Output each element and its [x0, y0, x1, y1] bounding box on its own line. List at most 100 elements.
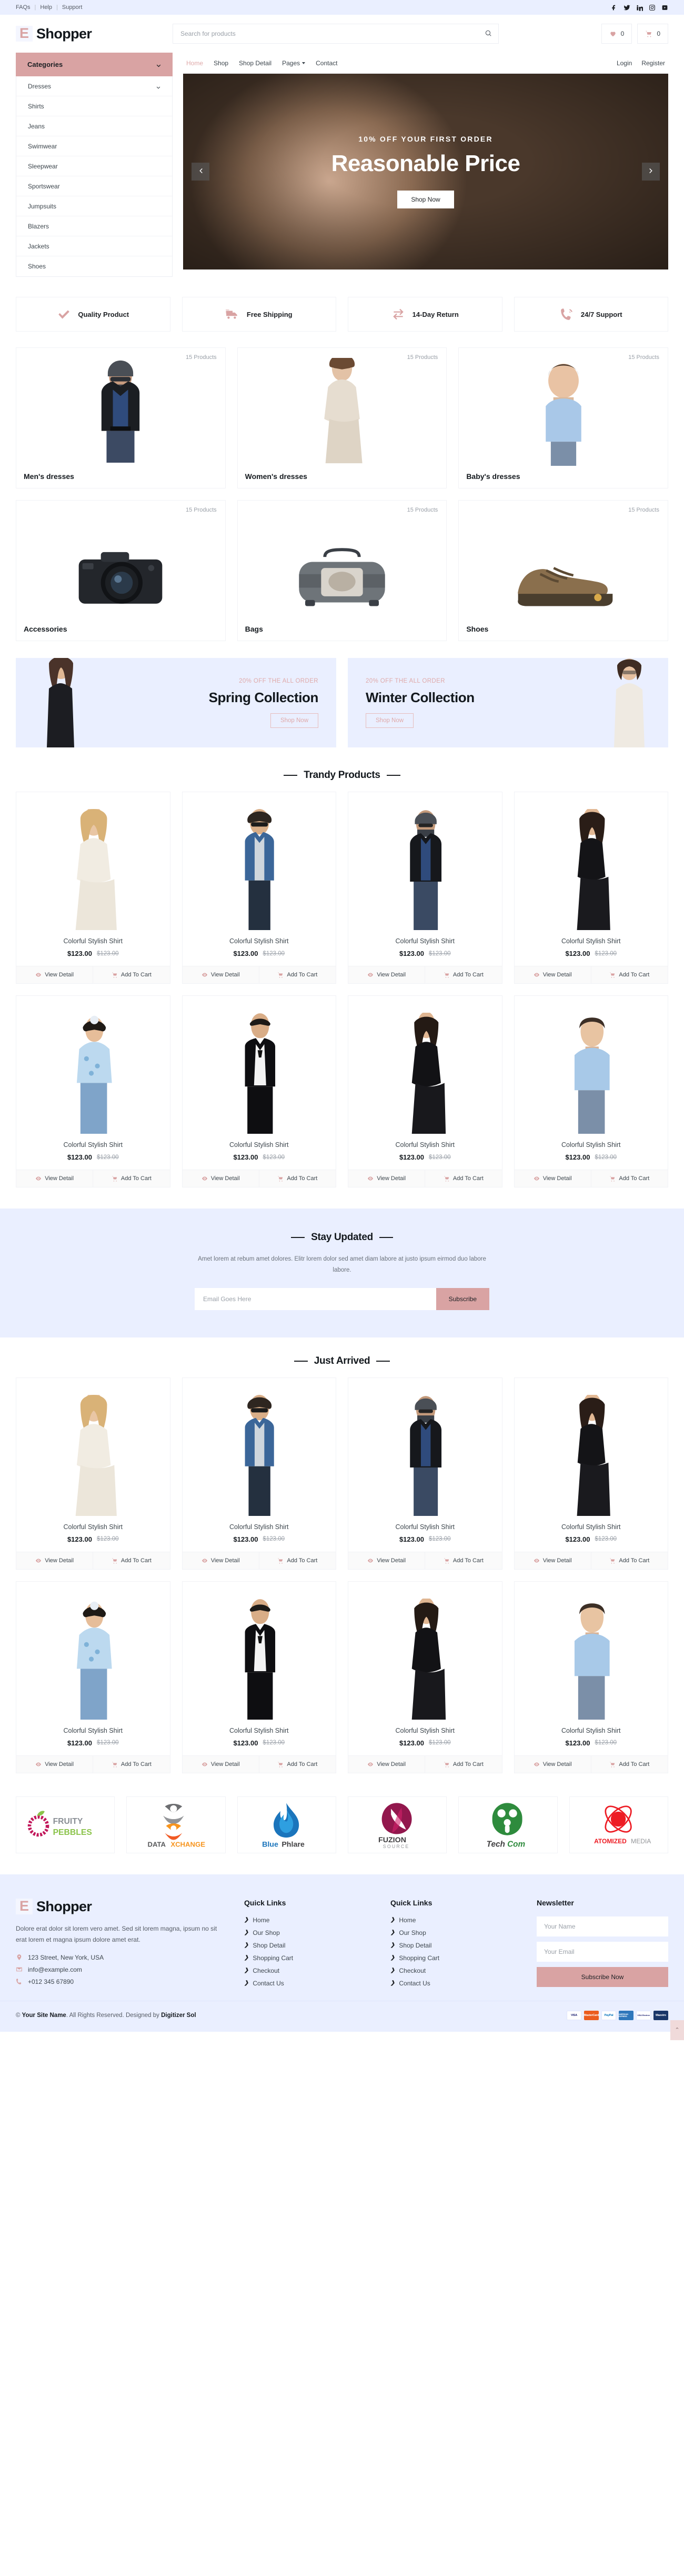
add-to-cart-button[interactable]: Add To Cart	[425, 1170, 502, 1187]
instagram-icon[interactable]	[649, 4, 656, 11]
add-to-cart-button[interactable]: Add To Cart	[258, 1755, 336, 1773]
product-card[interactable]: Colorful Stylish Shirt $123.00 $123.00 V…	[348, 995, 502, 1187]
view-detail-button[interactable]: View Detail	[348, 966, 425, 983]
copyright-designer[interactable]: Digitizer Sol	[161, 2012, 196, 2019]
footer-link-contact-us[interactable]: ❯ Contact Us	[244, 1980, 373, 1987]
category-card-womens-dresses[interactable]: 15 Products Women's dresses	[237, 347, 447, 488]
categories-toggle[interactable]: Categories	[16, 53, 173, 76]
add-to-cart-button[interactable]: Add To Cart	[93, 1755, 170, 1773]
sidebar-item-shirts[interactable]: Shirts	[16, 96, 172, 116]
view-detail-button[interactable]: View Detail	[182, 966, 259, 983]
sidebar-item-shoes[interactable]: Shoes	[16, 256, 172, 276]
footer-link-home-2[interactable]: ❯ Home	[390, 1916, 519, 1924]
footer-link-our-shop-2[interactable]: ❯ Our Shop	[390, 1929, 519, 1936]
offer-shop-now-button[interactable]: Shop Now	[270, 713, 318, 728]
vendor-techcom[interactable]: Tech Com	[458, 1796, 558, 1853]
product-card[interactable]: Colorful Stylish Shirt $123.00 $123.00 V…	[16, 1377, 170, 1570]
add-to-cart-button[interactable]: Add To Cart	[93, 966, 170, 983]
footer-email-input[interactable]	[537, 1941, 668, 1962]
view-detail-button[interactable]: View Detail	[16, 966, 93, 983]
newsletter-subscribe-button[interactable]: Subscribe	[436, 1287, 489, 1310]
product-card[interactable]: Colorful Stylish Shirt $123.00 $123.00 V…	[16, 995, 170, 1187]
product-card[interactable]: Colorful Stylish Shirt $123.00 $123.00 V…	[182, 792, 336, 984]
add-to-cart-button[interactable]: Add To Cart	[590, 966, 668, 983]
search-button[interactable]	[478, 24, 499, 44]
add-to-cart-button[interactable]: Add To Cart	[258, 966, 336, 983]
facebook-icon[interactable]	[611, 4, 618, 11]
footer-link-shop-detail[interactable]: ❯ Shop Detail	[244, 1942, 373, 1949]
footer-link-shopping-cart-2[interactable]: ❯ Shopping Cart	[390, 1954, 519, 1962]
carousel-next-button[interactable]	[642, 163, 660, 181]
nav-item-contact[interactable]: Contact	[316, 59, 337, 67]
product-card[interactable]: Colorful Stylish Shirt $123.00 $123.00 V…	[514, 792, 668, 984]
product-card[interactable]: Colorful Stylish Shirt $123.00 $123.00 V…	[514, 1581, 668, 1773]
carousel-prev-button[interactable]	[192, 163, 209, 181]
topbar-link-support[interactable]: Support	[62, 4, 83, 11]
vendor-fruity-pebbles[interactable]: FRUITY PEBBLES	[16, 1796, 115, 1853]
footer-name-input[interactable]	[537, 1916, 668, 1936]
product-card[interactable]: Colorful Stylish Shirt $123.00 $123.00 V…	[348, 1377, 502, 1570]
add-to-cart-button[interactable]: Add To Cart	[258, 1170, 336, 1187]
add-to-cart-button[interactable]: Add To Cart	[590, 1552, 668, 1569]
vendor-dataxchange[interactable]: DATA XCHANGE	[126, 1796, 226, 1853]
view-detail-button[interactable]: View Detail	[348, 1552, 425, 1569]
view-detail-button[interactable]: View Detail	[16, 1755, 93, 1773]
view-detail-button[interactable]: View Detail	[182, 1755, 259, 1773]
wishlist-button[interactable]: 0	[601, 24, 632, 44]
search-input[interactable]	[173, 24, 499, 44]
footer-link-checkout[interactable]: ❯ Checkout	[244, 1967, 373, 1974]
product-card[interactable]: Colorful Stylish Shirt $123.00 $123.00 V…	[16, 1581, 170, 1773]
sidebar-item-jumpsuits[interactable]: Jumpsuits	[16, 196, 172, 216]
youtube-icon[interactable]	[661, 4, 668, 11]
vendor-bluephlare[interactable]: Blue Phlare	[237, 1796, 336, 1853]
category-card-babys-dresses[interactable]: 15 Products Baby's dresses	[458, 347, 668, 488]
sidebar-item-dresses[interactable]: Dresses	[16, 76, 172, 96]
hero-shop-now-button[interactable]: Shop Now	[397, 191, 454, 208]
footer-link-checkout-2[interactable]: ❯ Checkout	[390, 1967, 519, 1974]
footer-email[interactable]: info@example.com	[28, 1966, 82, 1973]
view-detail-button[interactable]: View Detail	[16, 1552, 93, 1569]
add-to-cart-button[interactable]: Add To Cart	[425, 1552, 502, 1569]
view-detail-button[interactable]: View Detail	[182, 1170, 259, 1187]
sidebar-item-blazers[interactable]: Blazers	[16, 216, 172, 236]
product-card[interactable]: Colorful Stylish Shirt $123.00 $123.00 V…	[348, 792, 502, 984]
sidebar-item-jeans[interactable]: Jeans	[16, 116, 172, 136]
register-link[interactable]: Register	[641, 59, 665, 67]
vendor-fuzion-source[interactable]: FUZION SOURCE	[347, 1796, 447, 1853]
footer-logo[interactable]: E Shopper	[16, 1899, 226, 1915]
login-link[interactable]: Login	[617, 59, 632, 67]
footer-link-shopping-cart[interactable]: ❯ Shopping Cart	[244, 1954, 373, 1962]
add-to-cart-button[interactable]: Add To Cart	[93, 1170, 170, 1187]
category-card-shoes[interactable]: 15 Products Shoes	[458, 500, 668, 641]
add-to-cart-button[interactable]: Add To Cart	[93, 1552, 170, 1569]
topbar-link-faqs[interactable]: FAQs	[16, 4, 31, 11]
product-card[interactable]: Colorful Stylish Shirt $123.00 $123.00 V…	[182, 995, 336, 1187]
nav-item-shop-detail[interactable]: Shop Detail	[239, 59, 271, 67]
view-detail-button[interactable]: View Detail	[16, 1170, 93, 1187]
nav-item-pages[interactable]: Pages	[282, 59, 306, 67]
view-detail-button[interactable]: View Detail	[514, 1755, 591, 1773]
twitter-icon[interactable]	[623, 4, 630, 11]
category-card-mens-dresses[interactable]: 15 Products Men's dresses	[16, 347, 226, 488]
view-detail-button[interactable]: View Detail	[182, 1552, 259, 1569]
view-detail-button[interactable]: View Detail	[514, 1170, 591, 1187]
newsletter-email-input[interactable]	[195, 1287, 436, 1310]
footer-link-home[interactable]: ❯ Home	[244, 1916, 373, 1924]
sidebar-item-sleepwear[interactable]: Sleepwear	[16, 156, 172, 176]
product-card[interactable]: Colorful Stylish Shirt $123.00 $123.00 V…	[514, 995, 668, 1187]
view-detail-button[interactable]: View Detail	[514, 1552, 591, 1569]
view-detail-button[interactable]: View Detail	[348, 1170, 425, 1187]
footer-link-contact-us-2[interactable]: ❯ Contact Us	[390, 1980, 519, 1987]
category-card-accessories[interactable]: 15 Products Accessories	[16, 500, 226, 641]
add-to-cart-button[interactable]: Add To Cart	[590, 1170, 668, 1187]
view-detail-button[interactable]: View Detail	[348, 1755, 425, 1773]
sidebar-item-sportswear[interactable]: Sportswear	[16, 176, 172, 196]
nav-item-home[interactable]: Home	[186, 59, 203, 67]
product-card[interactable]: Colorful Stylish Shirt $123.00 $123.00 V…	[182, 1377, 336, 1570]
add-to-cart-button[interactable]: Add To Cart	[425, 1755, 502, 1773]
footer-link-shop-detail-2[interactable]: ❯ Shop Detail	[390, 1942, 519, 1949]
linkedin-icon[interactable]	[636, 4, 643, 11]
add-to-cart-button[interactable]: Add To Cart	[258, 1552, 336, 1569]
product-card[interactable]: Colorful Stylish Shirt $123.00 $123.00 V…	[348, 1581, 502, 1773]
sidebar-item-jackets[interactable]: Jackets	[16, 236, 172, 256]
